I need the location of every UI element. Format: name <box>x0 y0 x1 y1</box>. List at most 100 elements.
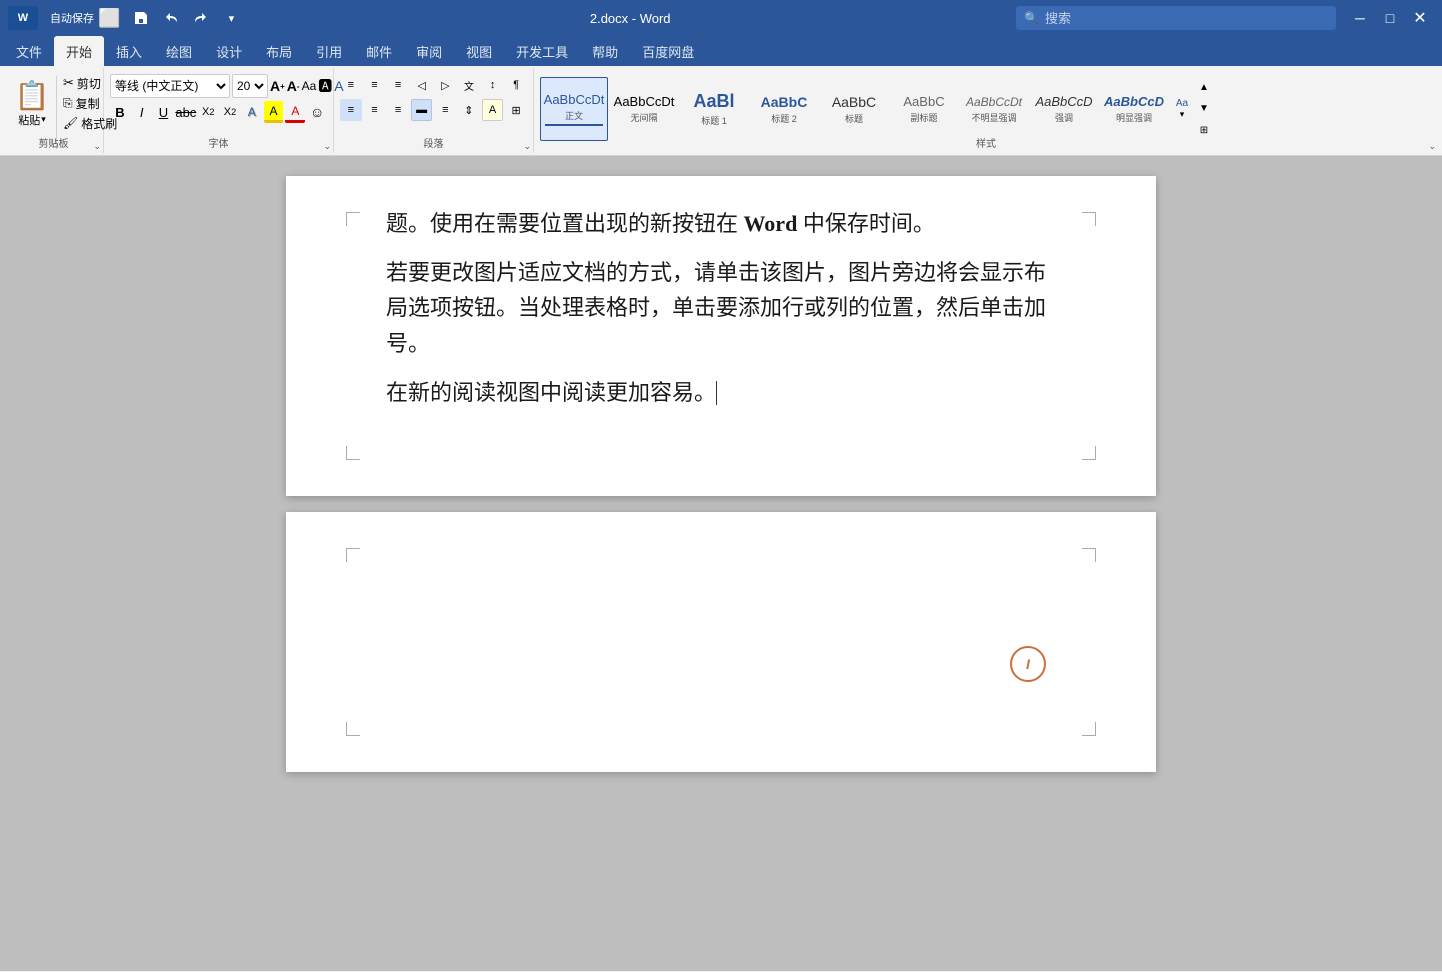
redo-button[interactable] <box>188 5 214 31</box>
bullets-button[interactable]: ≡ <box>340 74 362 96</box>
close-button[interactable]: ✕ <box>1406 4 1434 32</box>
styles-group: AaBbCcDt 正文 AaBbCcDt 无间隔 AaBl 标题 1 AaBbC… <box>534 68 1438 153</box>
style-no-spacing[interactable]: AaBbCcDt 无间隔 <box>610 77 678 141</box>
tab-home[interactable]: 开始 <box>54 36 104 66</box>
style-subtle-emphasis-text: AaBbCcDt <box>966 95 1022 109</box>
font-size-decrease-button[interactable]: A- <box>287 75 300 97</box>
font-size-select[interactable]: 20 8101214 16182224 28364872 <box>232 74 268 98</box>
emoji-button[interactable]: ☺ <box>307 101 327 123</box>
style-emphasis[interactable]: AaBbCcD 强调 <box>1030 77 1098 141</box>
style-heading1[interactable]: AaBl 标题 1 <box>680 77 748 141</box>
font-family-select[interactable]: 等线 (中文正文) 宋体 微软雅黑 Times New Roman Arial <box>110 74 230 98</box>
shading-button[interactable]: A <box>482 99 504 121</box>
italic-button[interactable]: I <box>132 101 152 123</box>
style-intense-emphasis[interactable]: AaBbCcD 明显强调 <box>1100 77 1168 141</box>
justify-button[interactable]: ▬ <box>411 99 433 121</box>
clipboard-group: 📋 粘贴▾ ✂ 剪切 ⎘ 复制 🖌 格式刷 <box>4 68 104 153</box>
document-area[interactable]: 题。使用在需要位置出现的新按钮在 Word 中保存时间。 若要更改图片适应文档的… <box>0 156 1442 971</box>
change-case-button[interactable]: Aa <box>302 75 317 97</box>
style-heading2-text: AaBbC <box>761 94 808 110</box>
page1-content[interactable]: 题。使用在需要位置出现的新按钮在 Word 中保存时间。 若要更改图片适应文档的… <box>386 206 1056 410</box>
chinese-format-button[interactable]: 文 <box>458 74 480 96</box>
save-quick-button[interactable] <box>128 5 154 31</box>
style-heading1-text: AaBl <box>693 91 734 112</box>
clear-format-button[interactable]: 🅰 <box>318 75 332 97</box>
tab-design[interactable]: 设计 <box>204 36 254 66</box>
paste-icon: 📋 <box>15 79 50 112</box>
ribbon: 📋 粘贴▾ ✂ 剪切 ⎘ 复制 🖌 格式刷 <box>0 66 1442 156</box>
title-bar-title: 2.docx - Word <box>244 11 1016 26</box>
clipboard-expand-button[interactable]: ⌄ <box>93 141 101 152</box>
restore-button[interactable]: □ <box>1376 4 1404 32</box>
tab-baidu[interactable]: 百度网盘 <box>630 36 706 66</box>
superscript-button[interactable]: X2 <box>220 101 240 123</box>
paragraph-group-label: 段落 <box>334 135 533 150</box>
page2-corner-bl <box>346 722 360 736</box>
paragraph-expand-button[interactable]: ⌄ <box>523 141 531 152</box>
autosave-toggle[interactable]: ⬜ <box>98 8 120 29</box>
text-highlight-button[interactable]: A <box>264 101 284 123</box>
decrease-indent-button[interactable]: ◁ <box>411 74 433 96</box>
sort-button[interactable]: ↕ <box>482 74 504 96</box>
paste-button[interactable]: 📋 粘贴▾ <box>10 74 54 132</box>
tab-draw[interactable]: 绘图 <box>154 36 204 66</box>
title-bar: W 自动保存 ⬜ ▾ 2.docx - Word 🔍 ─ □ ✕ <box>0 0 1442 36</box>
style-subtle-emphasis[interactable]: AaBbCcDt 不明显强调 <box>960 77 1028 141</box>
style-normal-underline <box>545 124 603 126</box>
style-title[interactable]: AaBbC 标题 <box>820 77 888 141</box>
style-heading2[interactable]: AaBbC 标题 2 <box>750 77 818 141</box>
align-right-button[interactable]: ≡ <box>387 99 409 121</box>
style-more[interactable]: Aa ▾ <box>1170 77 1194 141</box>
numbering-button[interactable]: ≡ <box>364 74 386 96</box>
border-button[interactable]: ⊞ <box>505 99 527 121</box>
font-color-button[interactable]: A <box>285 101 305 123</box>
strikethrough-button[interactable]: abc <box>175 101 196 123</box>
distributed-button[interactable]: ≡ <box>434 99 456 121</box>
multilevel-list-button[interactable]: ≡ <box>387 74 409 96</box>
increase-indent-button[interactable]: ▷ <box>435 74 457 96</box>
show-marks-button[interactable]: ¶ <box>505 74 527 96</box>
styles-up-button[interactable]: ▲ <box>1196 78 1212 98</box>
align-center-button[interactable]: ≡ <box>364 99 386 121</box>
word-app-icon[interactable]: W <box>8 6 38 30</box>
line-spacing-button[interactable]: ⇕ <box>458 99 480 121</box>
tab-references[interactable]: 引用 <box>304 36 354 66</box>
align-left-button[interactable]: ≡ <box>340 99 362 121</box>
tab-help[interactable]: 帮助 <box>580 36 630 66</box>
search-input[interactable] <box>1045 11 1328 26</box>
font-expand-button[interactable]: ⌄ <box>323 141 331 152</box>
styles-expand-button[interactable]: ⌄ <box>1428 141 1436 152</box>
bold-button[interactable]: B <box>110 101 130 123</box>
quick-access-more-button[interactable]: ▾ <box>218 5 244 31</box>
style-no-spacing-text: AaBbCcDt <box>614 94 675 109</box>
style-normal[interactable]: AaBbCcDt 正文 <box>540 77 608 141</box>
cut-icon: ✂ <box>63 75 74 91</box>
search-bar[interactable]: 🔍 <box>1016 6 1336 30</box>
tab-review[interactable]: 审阅 <box>404 36 454 66</box>
tab-file[interactable]: 文件 <box>4 36 54 66</box>
minimize-button[interactable]: ─ <box>1346 4 1374 32</box>
page1-corner-bl <box>346 446 360 460</box>
page1-para1[interactable]: 题。使用在需要位置出现的新按钮在 Word 中保存时间。 <box>386 206 1056 241</box>
tab-insert[interactable]: 插入 <box>104 36 154 66</box>
underline-button[interactable]: U <box>154 101 174 123</box>
subscript-button[interactable]: X2 <box>198 101 218 123</box>
tab-mailings[interactable]: 邮件 <box>354 36 404 66</box>
ribbon-tabs: 文件 开始 插入 绘图 设计 布局 引用 邮件 审阅 视图 开发工具 帮助 百度… <box>0 36 1442 66</box>
clipboard-group-label: 剪贴板 <box>4 135 103 150</box>
text-effect-button[interactable]: A <box>242 101 262 123</box>
page1-para3[interactable]: 在新的阅读视图中阅读更加容易。 <box>386 375 1056 410</box>
tab-layout[interactable]: 布局 <box>254 36 304 66</box>
font-selector-row: 等线 (中文正文) 宋体 微软雅黑 Times New Roman Arial … <box>110 74 327 98</box>
styles-down-button[interactable]: ▼ <box>1196 99 1212 119</box>
paragraph-row1: ≡ ≡ ≡ ◁ ▷ 文 ↕ ¶ <box>340 74 527 96</box>
style-subtitle[interactable]: AaBbC 副标题 <box>890 77 958 141</box>
undo-button[interactable] <box>158 5 184 31</box>
font-size-increase-button[interactable]: A+ <box>270 75 285 97</box>
title-bar-left: W 自动保存 ⬜ ▾ <box>8 5 244 31</box>
tab-view[interactable]: 视图 <box>454 36 504 66</box>
style-emphasis-text: AaBbCcD <box>1035 94 1092 109</box>
tab-developer[interactable]: 开发工具 <box>504 36 580 66</box>
cursor-indicator: I <box>1010 646 1046 682</box>
page1-para2[interactable]: 若要更改图片适应文档的方式，请单击该图片，图片旁边将会显示布局选项按钮。当处理表… <box>386 255 1056 361</box>
